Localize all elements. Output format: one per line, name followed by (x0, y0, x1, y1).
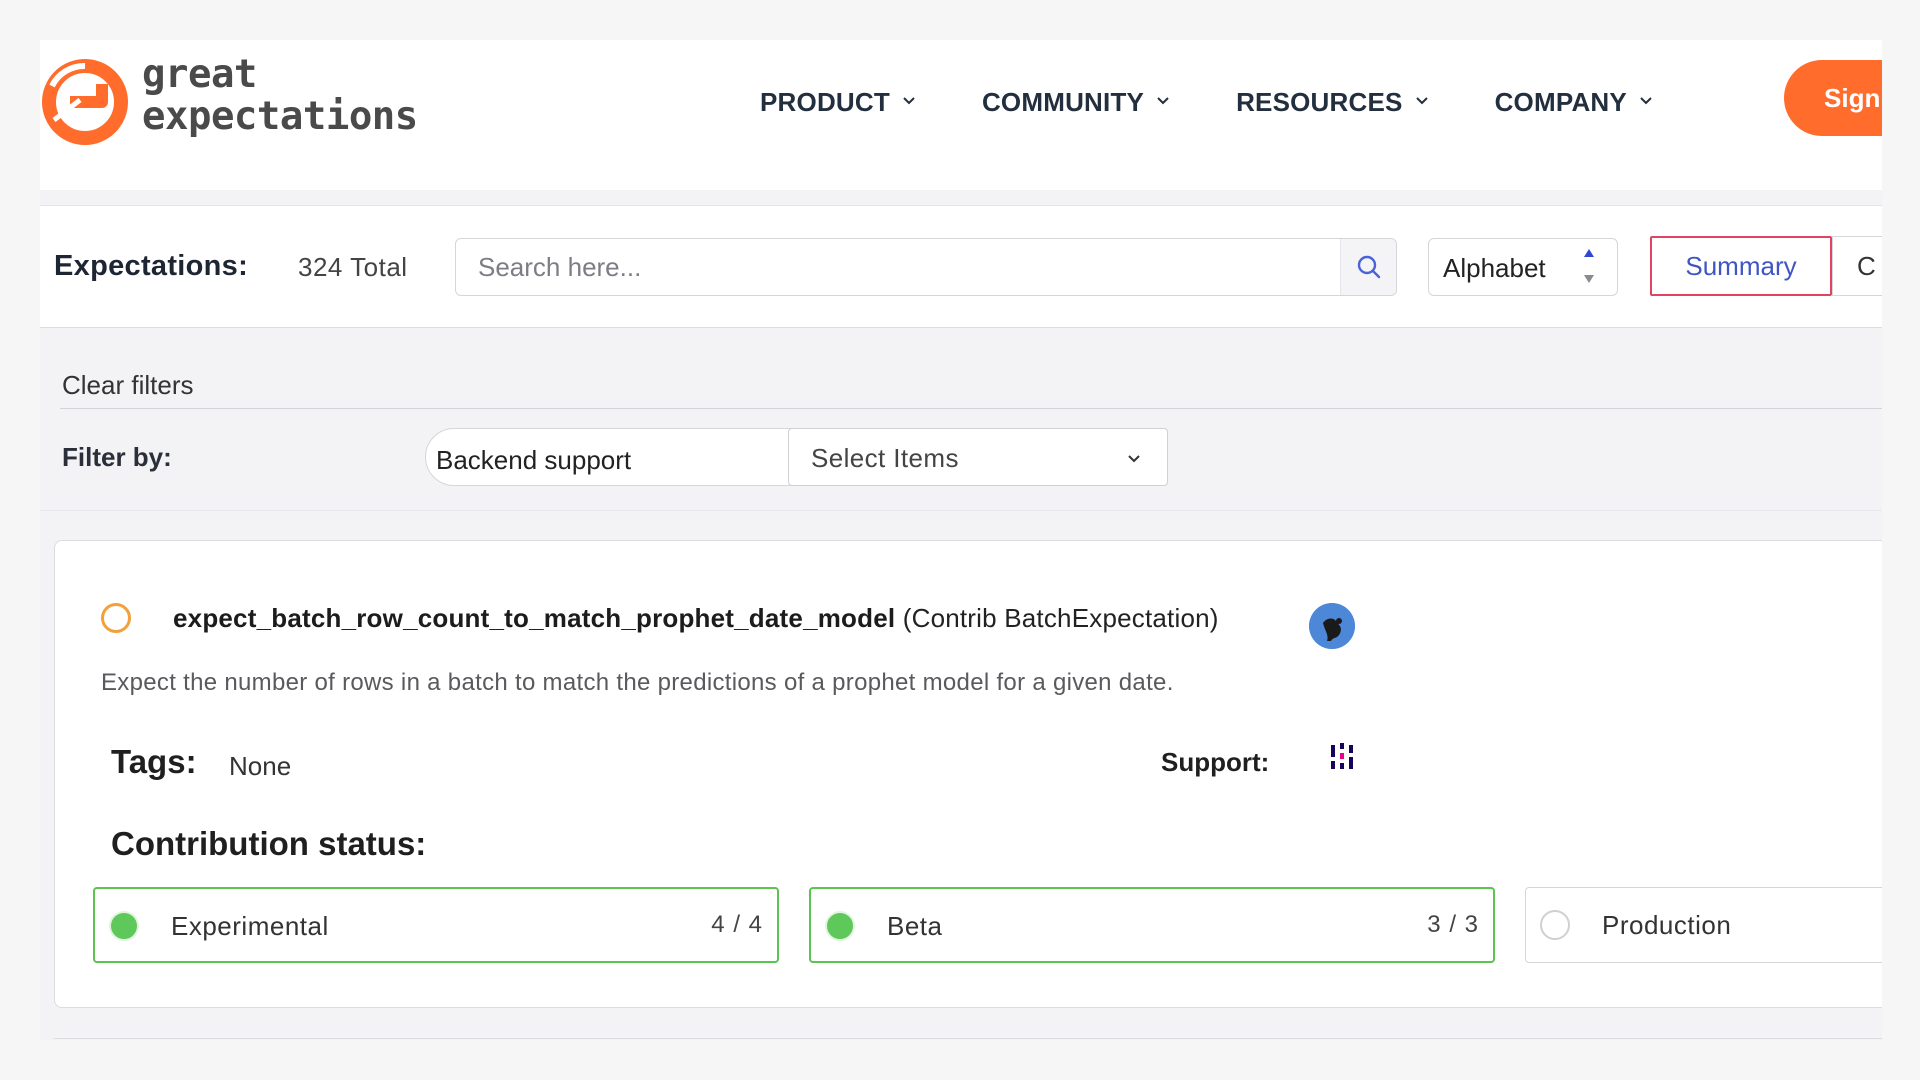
expectations-total: 324 Total (298, 252, 408, 282)
expectation-description: Expect the number of rows in a batch to … (101, 669, 1174, 696)
clear-filters-link[interactable]: Clear filters (62, 370, 193, 401)
expectations-title: Expectations: (54, 250, 249, 282)
nav-item-label: COMMUNITY (981, 86, 1145, 117)
search-box (455, 238, 1397, 296)
sort-select[interactable]: Alphabet (1428, 238, 1618, 296)
logo-text-line1: great (142, 52, 257, 97)
status-indicator-icon (101, 603, 131, 633)
stage-complete-icon (825, 911, 855, 941)
stage-count: 3 / 3 (1427, 911, 1479, 938)
chevron-down-icon (1415, 97, 1428, 105)
search-button[interactable] (1340, 239, 1396, 295)
select-items-label: Select Items (811, 443, 959, 473)
nav-item-company[interactable]: COMPANY (1495, 87, 1653, 118)
view-summary-button[interactable]: Summary (1650, 236, 1832, 296)
stage-count: 4 / 4 (711, 911, 763, 938)
expectation-card[interactable]: expect_batch_row_count_to_match_prophet_… (54, 540, 1882, 1008)
nav-item-label: RESOURCES (1236, 86, 1403, 117)
chevron-down-icon (903, 97, 915, 105)
stage-label: Experimental (171, 911, 329, 941)
page: great expectations PRODUCT COMMUNITY RES… (40, 40, 1882, 1040)
nav-item-label: COMPANY (1494, 86, 1627, 117)
stage-beta[interactable]: Beta 3 / 3 (809, 887, 1495, 963)
expectation-title[interactable]: expect_batch_row_count_to_match_prophet_… (173, 603, 1219, 634)
expectation-type: (Contrib BatchExpectation) (902, 603, 1219, 633)
tags-value: None (229, 751, 292, 781)
logo[interactable]: great expectations (40, 44, 470, 156)
backend-support-label: Backend support (436, 445, 632, 475)
stage-label: Production (1602, 910, 1732, 940)
search-icon (1357, 255, 1380, 279)
sign-in-button[interactable]: Sign (1784, 60, 1882, 136)
author-avatar-icon (1309, 603, 1355, 649)
sort-select-label: Alphabet (1443, 253, 1546, 283)
nav-item-product[interactable]: PRODUCT (760, 87, 916, 118)
nav-item-community[interactable]: COMMUNITY (982, 87, 1170, 118)
stage-label: Beta (887, 911, 943, 941)
chevron-down-icon (1640, 97, 1652, 105)
filter-by-label: Filter by: (62, 442, 172, 472)
divider (60, 408, 1882, 409)
site-header: great expectations PRODUCT COMMUNITY RES… (40, 40, 1882, 190)
expectations-toolbar: Expectations: 324 Total Alphabet Summary… (40, 205, 1882, 328)
chevron-down-icon (1128, 455, 1140, 463)
select-items-dropdown[interactable]: Select Items (788, 428, 1168, 486)
nav-item-label: PRODUCT (760, 86, 890, 117)
sort-arrows-icon (1584, 249, 1594, 283)
tags-label: Tags: (111, 743, 197, 780)
author-avatar[interactable] (1309, 603, 1355, 649)
contribution-status-label: Contribution status: (111, 825, 427, 862)
expectation-name: expect_batch_row_count_to_match_prophet_… (173, 603, 896, 633)
divider (40, 510, 1882, 511)
nav-item-resources[interactable]: RESOURCES (1236, 87, 1429, 118)
stage-experimental[interactable]: Experimental 4 / 4 (93, 887, 779, 963)
support-label: Support: (1161, 747, 1270, 777)
logo-text: great expectations (142, 54, 418, 138)
search-input[interactable] (456, 239, 1336, 295)
view-compact-button[interactable]: C (1832, 236, 1882, 296)
stage-complete-icon (109, 911, 139, 941)
great-expectations-logo-icon (42, 59, 128, 145)
logo-text-line2: expectations (142, 94, 418, 139)
stage-incomplete-icon (1540, 910, 1570, 940)
pandas-icon (1331, 743, 1353, 769)
chevron-down-icon (1157, 97, 1169, 105)
main-nav: PRODUCT COMMUNITY RESOURCES COMPANY (760, 82, 1719, 122)
divider (54, 1038, 1882, 1039)
stage-production[interactable]: Production (1525, 887, 1882, 963)
